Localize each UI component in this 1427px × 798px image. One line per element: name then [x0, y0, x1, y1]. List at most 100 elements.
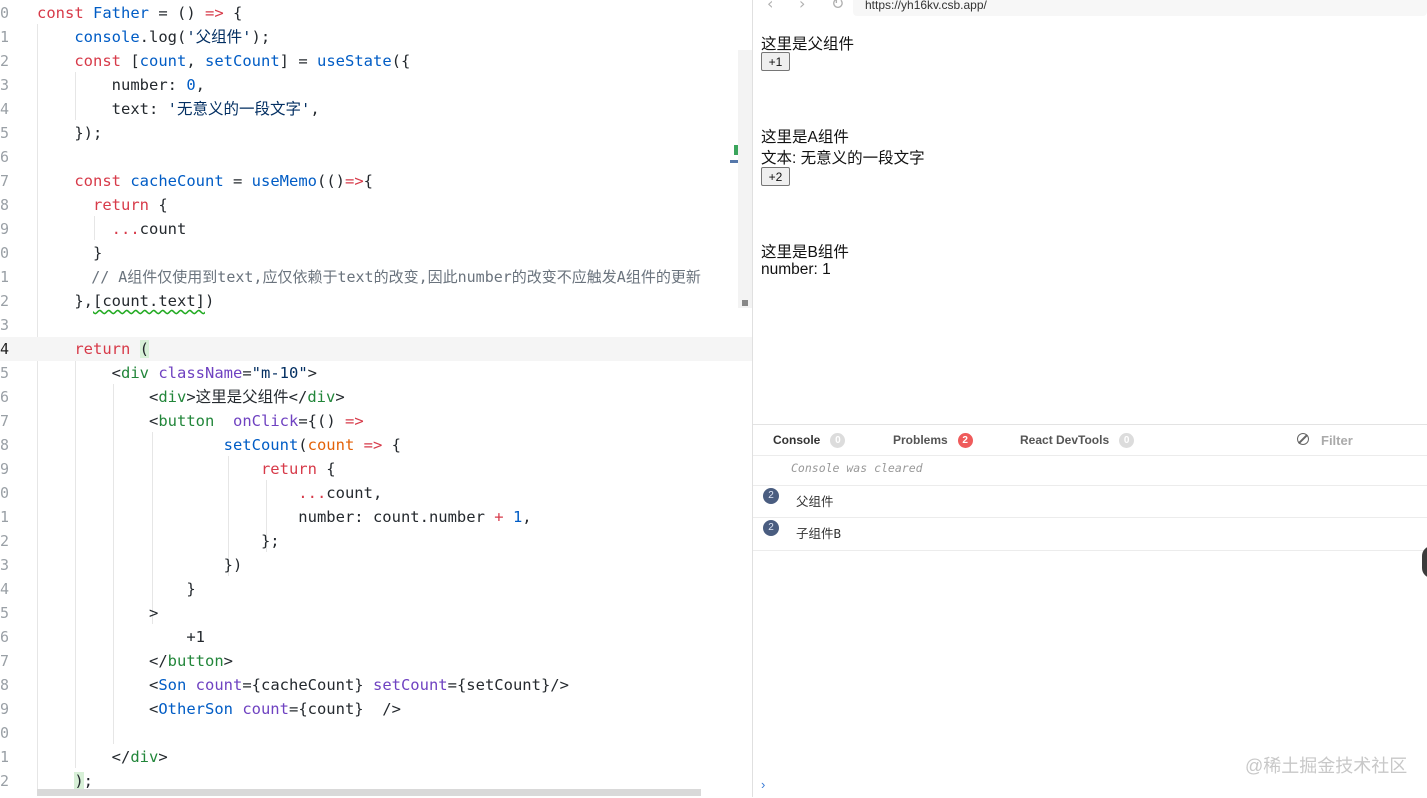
code-line[interactable]: <button onClick={() => [37, 409, 364, 433]
line-number: 5 [0, 124, 10, 142]
change-marker [734, 145, 738, 155]
chevron-left-icon[interactable]: ‹ [767, 0, 773, 13]
line-number: 2 [0, 532, 10, 550]
code-line[interactable]: }); [37, 121, 102, 145]
line-number: 7 [0, 652, 10, 670]
matched-bracket: ( [139, 340, 150, 358]
line-number: 7 [0, 412, 10, 430]
reload-icon[interactable]: ↻ [831, 0, 844, 13]
line-number: 7 [0, 172, 10, 190]
line-number: 0 [0, 4, 10, 22]
line-number: 9 [0, 220, 10, 238]
console-prompt[interactable]: › [761, 777, 765, 792]
line-number: 0 [0, 244, 10, 262]
code-line[interactable]: <Son count={cacheCount} setCount={setCou… [37, 673, 569, 697]
line-number: 6 [0, 628, 10, 646]
lint-warning-squiggle: [count.text] [93, 292, 205, 310]
code-comment[interactable]: // A组件仅使用到text,应仅依赖于text的改变,因此number的改变不… [37, 265, 701, 289]
code-line[interactable]: } [37, 241, 102, 265]
line-number: 8 [0, 436, 10, 454]
tab-badge: 2 [957, 433, 973, 449]
tab-badge: 0 [830, 433, 846, 449]
line-number: 8 [0, 196, 10, 214]
line-number: 1 [0, 268, 10, 286]
line-number: 1 [0, 508, 10, 526]
tab-react-devtools[interactable]: React DevTools 0 [1020, 433, 1135, 449]
line-number: 8 [0, 676, 10, 694]
devtools-tabs: Console 0 Problems 2 React DevTools 0 [753, 425, 1427, 456]
editor-vertical-scrollbar[interactable] [730, 50, 752, 308]
code-line[interactable]: <OtherSon count={count} /> [37, 697, 401, 721]
code-line[interactable]: return { [37, 457, 336, 481]
floating-action-button[interactable] [1422, 546, 1427, 578]
code-line[interactable]: setCount(count => { [37, 433, 401, 457]
line-number: 9 [0, 700, 10, 718]
line-number: 4 [0, 340, 10, 358]
line-number: 1 [0, 28, 10, 46]
log-message: 子组件B [796, 526, 842, 541]
line-number: 3 [0, 556, 10, 574]
code-line[interactable]: number: count.number + 1, [37, 505, 531, 529]
code-line[interactable]: const cacheCount = useMemo(()=>{ [37, 169, 373, 193]
code-line[interactable]: ...count [37, 217, 187, 241]
browser-toolbar: ‹ › ↻ https://yh16kv.csb.app/ [753, 0, 1427, 16]
a-component-text: 文本: 无意义的一段文字 [761, 150, 925, 167]
line-number: 0 [0, 484, 10, 502]
code-line[interactable]: number: 0, [37, 73, 205, 97]
code-line[interactable]: const Father = () => { [37, 1, 242, 25]
log-count-badge: 2 [763, 520, 779, 536]
increment-two-button[interactable]: +2 [761, 167, 790, 186]
b-component-label: 这里是B组件 [761, 244, 849, 261]
line-number: 3 [0, 316, 10, 334]
console-log-row[interactable]: 2 子组件B [753, 517, 1427, 551]
code-line[interactable]: return ( [37, 337, 150, 361]
watermark: @稀土掘金技术社区 [1245, 756, 1408, 776]
devtools-panel: Console0 Problems2 React DevTools0 Conso… [753, 424, 1427, 798]
b-component-number: number: 1 [761, 261, 831, 278]
code-line[interactable]: }) [37, 553, 243, 577]
code-line[interactable]: const [count, setCount] = useState({ [37, 49, 410, 73]
code-line[interactable]: } [37, 577, 195, 601]
line-number: 4 [0, 580, 10, 598]
increment-one-button[interactable]: +1 [761, 52, 790, 71]
code-line[interactable]: ...count, [37, 481, 382, 505]
code-line[interactable]: <div className="m-10"> [37, 361, 317, 385]
chevron-right-icon[interactable]: › [799, 0, 805, 13]
code-line[interactable]: text: '无意义的一段文字', [37, 97, 320, 121]
code-line[interactable]: > [37, 601, 158, 625]
log-message: 父组件 [796, 494, 834, 509]
code-line[interactable]: </div> [37, 745, 168, 769]
code-line[interactable]: <div>这里是父组件</div> [37, 385, 345, 409]
line-number: 2 [0, 52, 10, 70]
address-bar[interactable]: https://yh16kv.csb.app/ [853, 0, 1427, 16]
code-editor[interactable]: 0 1 2 3 4 5 6 7 8 9 0 1 2 3 4 5 6 7 8 9 0 1 2 3 4 5 6 7 8 9 0 1 2 const … [0, 0, 752, 797]
line-number: 6 [0, 388, 10, 406]
code-line[interactable]: console.log('父组件'); [37, 25, 270, 49]
matched-bracket: ) [74, 772, 84, 790]
tab-problems[interactable]: Problems 2 [893, 433, 973, 449]
console-cleared-message: Console was cleared [791, 461, 923, 475]
scroll-thumb[interactable] [742, 300, 748, 306]
line-number: 6 [0, 148, 10, 166]
code-line[interactable]: }; [37, 529, 280, 553]
filter-input[interactable] [1319, 429, 1427, 451]
console-log-row[interactable]: 2 父组件 [753, 485, 1427, 518]
editor-horizontal-scrollbar[interactable] [37, 789, 701, 796]
code-line[interactable]: return { [37, 193, 168, 217]
log-count-badge: 2 [763, 488, 779, 504]
line-number: 4 [0, 100, 10, 118]
code-line[interactable]: +1 [37, 625, 205, 649]
line-number: 9 [0, 460, 10, 478]
line-number: 5 [0, 364, 10, 382]
tab-console[interactable]: Console 0 [773, 433, 846, 449]
preview-browser: ‹ › ↻ https://yh16kv.csb.app/ 这里是父组件 +1 … [753, 0, 1427, 424]
line-number: 1 [0, 748, 10, 766]
cursor-marker [730, 160, 738, 163]
line-number: 2 [0, 292, 10, 310]
a-component-label: 这里是A组件 [761, 129, 849, 146]
code-line[interactable]: },[count.text]) [37, 289, 214, 313]
code-line[interactable]: </button> [37, 649, 233, 673]
tab-badge: 0 [1119, 433, 1135, 449]
url-text[interactable]: https://yh16kv.csb.app/ [865, 0, 987, 12]
clear-console-icon[interactable] [1297, 433, 1309, 445]
